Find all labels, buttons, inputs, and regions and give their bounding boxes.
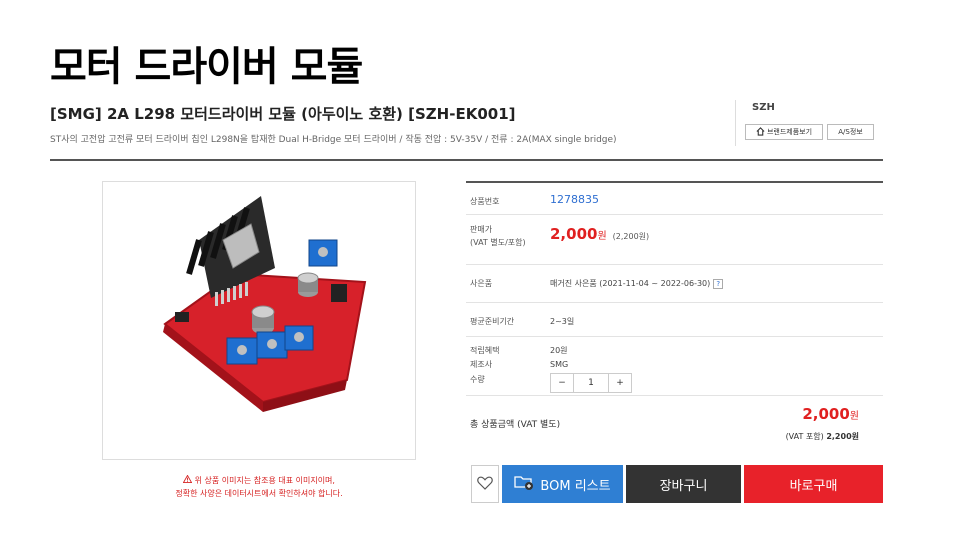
- wishlist-button[interactable]: [471, 465, 499, 503]
- price-label-2: (VAT 별도/포함): [470, 238, 526, 247]
- info-row-shipping: 평균준비기간 2~3일: [466, 303, 883, 337]
- gift-label: 사은품: [470, 279, 493, 288]
- image-note-line2: 정확한 사양은 데이터시트에서 확인하셔야 합니다.: [175, 489, 343, 498]
- total-sub: (VAT 포함) 2,200원: [786, 431, 859, 442]
- price-label-1: 판매가: [470, 225, 493, 234]
- maker-label: 제조사: [470, 360, 493, 369]
- brand-box: SZH 브랜드제품보기 A/S정보: [735, 100, 885, 146]
- product-title: [SMG] 2A L298 모터드라이버 모듈 (아두이노 호환) [SZH-E…: [50, 105, 516, 123]
- maker-value: SMG: [550, 360, 569, 369]
- brand-products-button[interactable]: 브랜드제품보기: [745, 124, 823, 140]
- qty-label: 수량: [470, 375, 485, 384]
- total-sub-price: 2,200원: [826, 432, 859, 441]
- as-info-button[interactable]: A/S정보: [827, 124, 874, 140]
- qty-plus-button[interactable]: +: [608, 373, 632, 393]
- slide-title: 모터 드라이버 모듈: [50, 44, 363, 90]
- home-icon: [756, 126, 765, 138]
- points-label: 적립혜택: [470, 346, 500, 355]
- bom-list-label: BOM 리스트: [540, 478, 611, 494]
- folder-add-icon: [514, 474, 534, 494]
- brand-name: SZH: [752, 102, 775, 113]
- total-price: 2,000원: [802, 405, 859, 423]
- gift-value: 매거진 사은품 (2021-11-04 ~ 2022-06-30): [550, 279, 711, 288]
- title-divider: [50, 159, 883, 161]
- total-price-value: 2,000: [802, 405, 850, 423]
- price-vat: (2,200원): [612, 232, 650, 241]
- price-value-wrap: 2,000원 (2,200원): [550, 225, 650, 243]
- motor-driver-board-image: [163, 196, 367, 412]
- heart-icon: [477, 475, 493, 494]
- info-row-price: 판매가 (VAT 별도/포함) 2,000원 (2,200원): [466, 215, 883, 265]
- code-label: 상품번호: [470, 197, 500, 206]
- product-image: [102, 181, 416, 460]
- brand-products-label: 브랜드제품보기: [766, 128, 813, 136]
- gift-help-icon[interactable]: ?: [713, 278, 724, 289]
- quantity-stepper: − 1 +: [550, 373, 632, 393]
- warning-icon: [182, 474, 195, 485]
- info-row-code: 상품번호 1278835: [466, 183, 883, 215]
- shipping-label: 평균준비기간: [470, 317, 515, 326]
- qty-minus-button[interactable]: −: [550, 373, 574, 393]
- cart-button[interactable]: 장바구니: [626, 465, 741, 503]
- total-price-unit: 원: [849, 411, 859, 422]
- shipping-value: 2~3일: [550, 317, 575, 326]
- price-unit: 원: [597, 231, 607, 242]
- points-value: 20원: [550, 346, 568, 355]
- buy-now-button[interactable]: 바로구매: [744, 465, 883, 503]
- total-label: 총 상품금액 (VAT 별도): [470, 420, 561, 430]
- gift-value-wrap: 매거진 사은품 (2021-11-04 ~ 2022-06-30)?: [550, 277, 724, 290]
- info-row-gift: 사은품 매거진 사은품 (2021-11-04 ~ 2022-06-30)?: [466, 265, 883, 303]
- action-buttons: BOM 리스트 장바구니 바로구매: [471, 465, 883, 503]
- code-value: 1278835: [550, 193, 599, 206]
- total-sub-label: (VAT 포함): [785, 432, 824, 441]
- product-description: ST사의 고전압 고전류 모터 드라이버 칩인 L298N을 탑재한 Dual …: [50, 135, 617, 145]
- price-label: 판매가 (VAT 별도/포함): [470, 223, 526, 249]
- qty-divider: [466, 395, 883, 396]
- image-note: 위 상품 이미지는 참조용 대표 이미지이며, 정확한 사양은 데이터시트에서 …: [102, 474, 416, 500]
- bom-list-button[interactable]: BOM 리스트: [502, 465, 623, 503]
- info-row-points-maker: 적립혜택 20원 제조사 SMG: [466, 337, 883, 369]
- image-note-line1: 위 상품 이미지는 참조용 대표 이미지이며,: [194, 476, 335, 485]
- qty-input[interactable]: 1: [574, 373, 608, 393]
- price-value: 2,000: [550, 225, 598, 243]
